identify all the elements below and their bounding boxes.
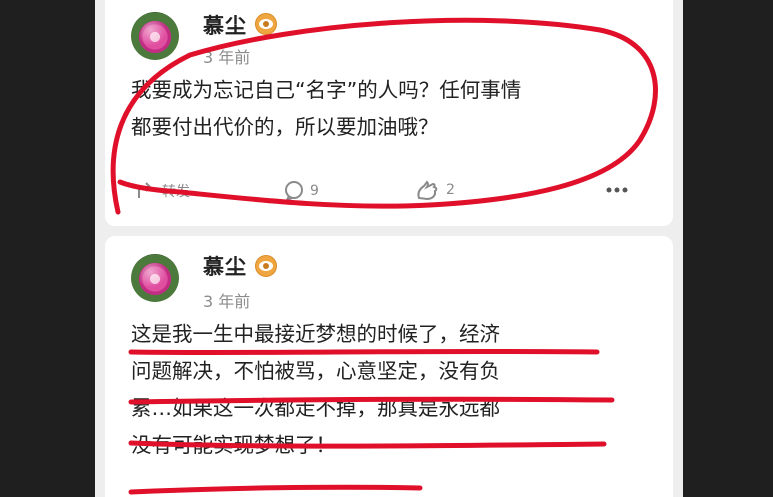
repost-button[interactable]: 转发 [133, 180, 190, 202]
post-text: 我要成为忘记自己“名字”的人吗？任何事情 都要付出代价的，所以要加油哦？ [131, 72, 521, 146]
post-text-line: 问题解决，不怕被骂，心意坚定，没有负 [131, 359, 500, 383]
username[interactable]: 慕尘 [203, 251, 247, 281]
post-text-line: 我要成为忘记自己“名字”的人吗？任何事情 [131, 78, 522, 102]
post-text-line: 都要付出代价的，所以要加油哦？ [131, 115, 439, 139]
more-icon [606, 187, 628, 193]
left-margin [0, 0, 95, 497]
post-text-line: 这是我一生中最接近梦想的时候了，经济 [131, 322, 500, 346]
vip-eye-icon [255, 255, 277, 277]
like-button[interactable]: 2 [415, 178, 455, 202]
vip-eye-icon [255, 13, 277, 35]
more-button[interactable] [605, 186, 629, 194]
avatar[interactable] [131, 12, 179, 60]
like-icon [417, 180, 438, 201]
comment-button[interactable]: 9 [283, 180, 319, 202]
timestamp: 3 年前 [203, 48, 251, 67]
feed: 慕尘 3 年前 我要成为忘记自己“名字”的人吗？任何事情 都要付出代价的，所以要… [95, 0, 683, 497]
repost-icon [138, 182, 152, 198]
like-count: 2 [446, 182, 455, 198]
post-text: 这是我一生中最接近梦想的时候了，经济 问题解决，不怕被骂，心意坚定，没有负 累…… [131, 316, 500, 464]
comment-icon [284, 181, 303, 202]
avatar[interactable] [131, 254, 179, 302]
post-card: 慕尘 3 年前 这是我一生中最接近梦想的时候了，经济 问题解决，不怕被骂，心意坚… [105, 236, 673, 497]
post-card: 慕尘 3 年前 我要成为忘记自己“名字”的人吗？任何事情 都要付出代价的，所以要… [105, 0, 673, 226]
comment-count: 9 [310, 183, 319, 199]
post-text-line: 没有可能实现梦想了！ [131, 433, 336, 457]
post-text-line: 累…如果这一次都走不掉，那真是永远都 [131, 396, 500, 420]
repost-label: 转发 [162, 184, 190, 200]
right-margin [683, 0, 773, 497]
timestamp: 3 年前 [203, 292, 251, 311]
username[interactable]: 慕尘 [203, 10, 247, 40]
